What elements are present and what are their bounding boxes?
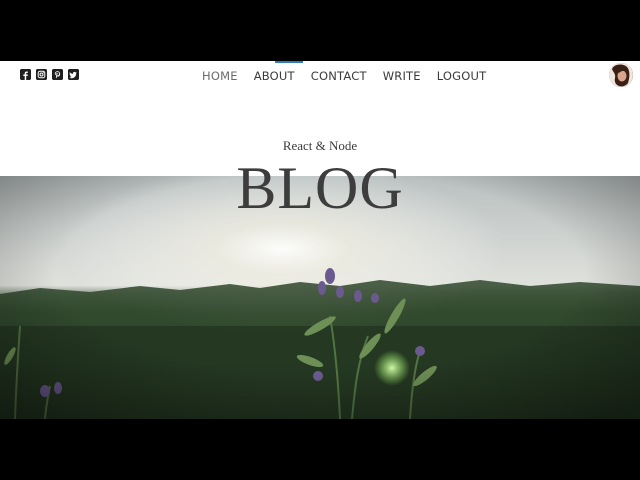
header-subtitle: React & Node (282, 138, 358, 153)
blog-page: HOME ABOUT CONTACT WRITE LOGOUT React & … (0, 61, 640, 419)
main-nav: HOME ABOUT CONTACT WRITE LOGOUT (200, 61, 488, 91)
instagram-icon[interactable] (36, 69, 47, 80)
pinterest-square-icon[interactable] (52, 69, 63, 80)
nav-item-write[interactable]: WRITE (381, 69, 423, 83)
top-navbar: HOME ABOUT CONTACT WRITE LOGOUT (0, 61, 640, 91)
header-title: BLOG (236, 155, 404, 221)
nav-item-contact[interactable]: CONTACT (309, 69, 369, 83)
twitter-square-icon[interactable] (68, 69, 79, 80)
nav-item-logout[interactable]: LOGOUT (435, 69, 489, 83)
facebook-square-icon[interactable] (20, 69, 31, 80)
social-icons (20, 69, 79, 80)
nav-item-about[interactable]: ABOUT (252, 69, 297, 83)
browser-frame: HOME ABOUT CONTACT WRITE LOGOUT React & … (0, 0, 640, 480)
user-avatar[interactable] (609, 63, 633, 87)
nav-item-home[interactable]: HOME (200, 69, 240, 83)
